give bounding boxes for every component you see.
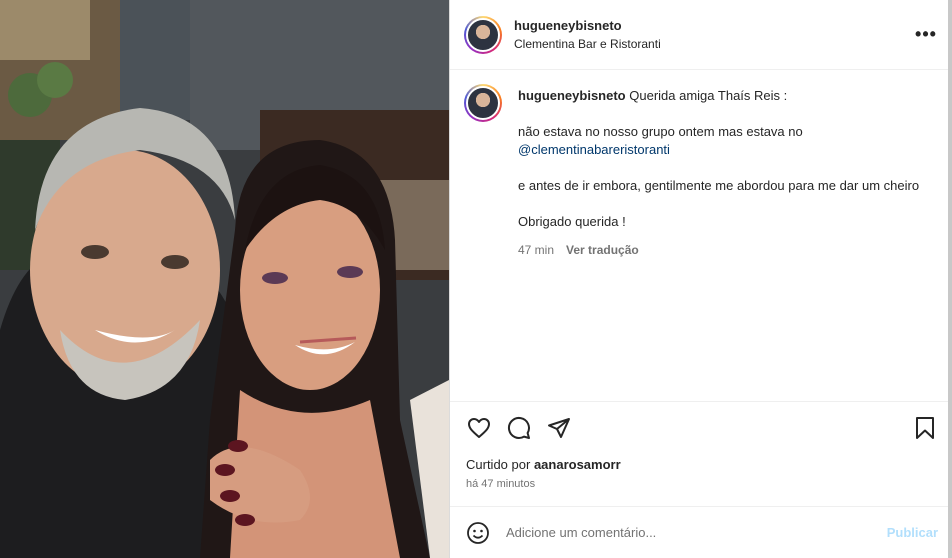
- post-location[interactable]: Clementina Bar e Ristoranti: [514, 37, 914, 51]
- instagram-post-modal: hugueneybisneto Clementina Bar e Ristora…: [0, 0, 952, 558]
- mention-link[interactable]: @clementinabareristoranti: [518, 142, 670, 157]
- caption-text-3: e antes de ir embora, gentilmente me abo…: [518, 178, 920, 193]
- caption-avatar[interactable]: [464, 84, 502, 122]
- send-icon[interactable]: [546, 415, 572, 441]
- comment-input[interactable]: Adicione um comentário...: [506, 525, 879, 540]
- post-header: hugueneybisneto Clementina Bar e Ristora…: [450, 0, 952, 70]
- emoji-icon[interactable]: [466, 521, 490, 545]
- liked-by-user[interactable]: aanarosamorr: [534, 457, 621, 472]
- post-side-panel: hugueneybisneto Clementina Bar e Ristora…: [449, 0, 952, 558]
- caption-comment: hugueneybisneto Querida amiga Thaís Reis…: [450, 70, 952, 259]
- translate-link[interactable]: Ver tradução: [566, 241, 639, 259]
- action-bar: [450, 401, 952, 453]
- caption-first-line: hugueneybisneto Querida amiga Thaís Reis…: [518, 87, 928, 105]
- liked-by: Curtido por aanarosamorr: [466, 457, 621, 472]
- caption-username[interactable]: hugueneybisneto: [518, 88, 626, 103]
- heart-icon[interactable]: [466, 415, 492, 441]
- post-photo[interactable]: [0, 0, 449, 558]
- caption-age[interactable]: 47 min: [518, 241, 554, 259]
- author-avatar[interactable]: [464, 15, 502, 54]
- window-edge: [948, 0, 952, 558]
- caption-text-1: Querida amiga Thaís Reis :: [629, 88, 788, 103]
- caption-meta: 47 min Ver tradução: [518, 241, 928, 259]
- publish-button[interactable]: Publicar: [887, 525, 938, 540]
- comment-icon[interactable]: [506, 415, 532, 441]
- bookmark-icon[interactable]: [912, 415, 938, 441]
- add-comment-bar: Adicione um comentário... Publicar: [450, 506, 952, 558]
- caption-text-2: não estava no nosso grupo ontem mas esta…: [518, 124, 803, 139]
- more-icon[interactable]: •••: [914, 24, 938, 45]
- author-username[interactable]: hugueneybisneto: [514, 18, 914, 33]
- selfie-image: [0, 0, 449, 558]
- post-timestamp[interactable]: há 47 minutos: [466, 478, 535, 490]
- caption-paragraph-2: não estava no nosso grupo ontem mas esta…: [518, 123, 928, 159]
- caption-text-4: Obrigado querida !: [518, 214, 626, 229]
- liked-by-prefix: Curtido por: [466, 457, 531, 472]
